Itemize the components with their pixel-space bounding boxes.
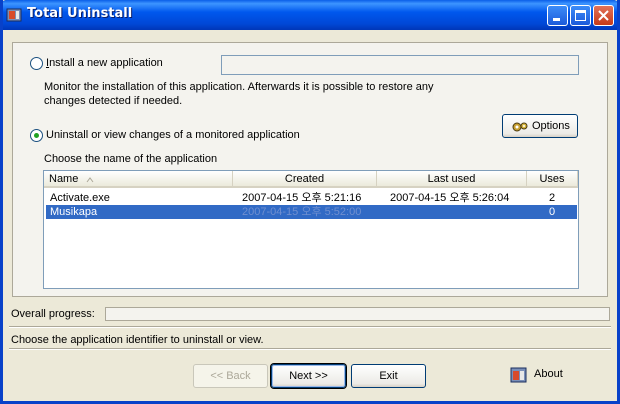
- application-list[interactable]: Name Created Last used Uses Activate.exe…: [43, 170, 579, 289]
- maximize-icon: [575, 10, 586, 21]
- column-header-created[interactable]: Created: [233, 171, 377, 188]
- cell-last-used: 2007-04-15 오후 5:26:04: [390, 192, 510, 204]
- overall-progress-label: Overall progress:: [11, 308, 95, 320]
- status-text: Choose the application identifier to uni…: [11, 334, 264, 346]
- options-button-label: Options: [532, 120, 570, 132]
- sort-ascending-icon: [86, 177, 94, 183]
- cell-uses: 0: [549, 206, 556, 218]
- cell-created: 2007-04-15 오후 5:21:16: [242, 192, 362, 204]
- about-icon: [510, 367, 527, 383]
- client-area: Install a new application Monitor the in…: [3, 30, 617, 401]
- about-button[interactable]: About: [505, 362, 569, 388]
- close-icon: [598, 10, 609, 21]
- uninstall-view-radio[interactable]: [30, 129, 43, 142]
- column-header-name[interactable]: Name: [44, 171, 233, 188]
- exit-button[interactable]: Exit: [351, 364, 426, 388]
- install-new-radio[interactable]: [30, 57, 43, 70]
- divider: [9, 326, 611, 328]
- overall-progress-bar: [105, 307, 610, 321]
- install-new-label[interactable]: Install a new application: [46, 57, 163, 69]
- install-new-label-text: nstall a new application: [49, 57, 163, 69]
- close-button[interactable]: [593, 5, 614, 26]
- table-row[interactable]: Activate.exe 2007-04-15 오후 5:21:16 2007-…: [46, 191, 577, 205]
- column-header-uses[interactable]: Uses: [527, 171, 578, 188]
- install-description-line1: Monitor the installation of this applica…: [44, 81, 434, 93]
- app-icon: [6, 8, 22, 22]
- minimize-button[interactable]: [547, 5, 568, 26]
- cell-uses: 2: [549, 192, 556, 204]
- radio-selected-dot: [34, 133, 39, 138]
- column-header-last-used[interactable]: Last used: [377, 171, 527, 188]
- divider: [9, 348, 611, 350]
- minimize-icon: [553, 18, 560, 21]
- back-button[interactable]: << Back: [193, 364, 268, 388]
- cell-name: Musikapa: [50, 206, 98, 218]
- window-title: Total Uninstall: [27, 6, 133, 21]
- options-button[interactable]: Options: [502, 114, 578, 138]
- gear-icon: [512, 122, 528, 132]
- next-button[interactable]: Next >>: [271, 364, 346, 388]
- column-header-name-label: Name: [49, 173, 79, 185]
- about-label: About: [534, 368, 563, 380]
- app-window: Total Uninstall Install a new applicatio…: [0, 0, 620, 404]
- title-bar[interactable]: Total Uninstall: [0, 0, 620, 30]
- table-row-selected[interactable]: Musikapa 2007-04-15 오후 5:52:00 0: [46, 205, 577, 219]
- install-description-line2: changes detected if needed.: [44, 95, 183, 107]
- cell-name: Activate.exe: [50, 192, 110, 204]
- app-name-input[interactable]: [221, 55, 579, 75]
- cell-created: 2007-04-15 오후 5:52:00: [242, 206, 362, 218]
- uninstall-view-label[interactable]: Uninstall or view changes of a monitored…: [46, 129, 300, 141]
- maximize-button[interactable]: [570, 5, 591, 26]
- choose-app-label: Choose the name of the application: [44, 153, 218, 165]
